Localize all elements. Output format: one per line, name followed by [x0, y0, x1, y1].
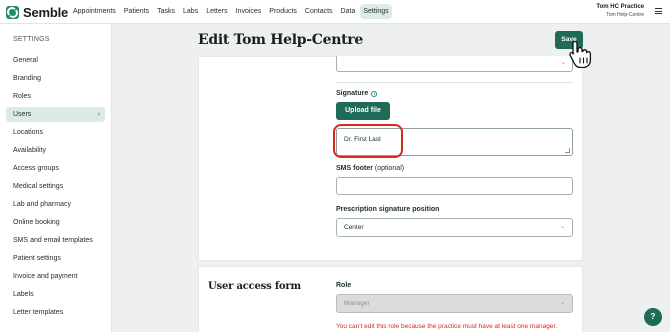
- top-navigation-bar: Semble Appointments Patients Tasks Labs …: [0, 0, 670, 24]
- sidebar-heading: SETTINGS: [13, 36, 50, 43]
- sidebar-item-general[interactable]: General: [6, 53, 105, 68]
- hamburger-menu-icon[interactable]: [655, 8, 662, 14]
- nav-patients[interactable]: Patients: [121, 4, 152, 19]
- main-nav: Appointments Patients Tasks Labs Letters…: [70, 4, 392, 19]
- sidebar-item-labels[interactable]: Labels: [6, 287, 105, 302]
- prescription-position-select[interactable]: Center ⌄: [336, 218, 573, 237]
- sidebar-item-lab-and-pharmacy[interactable]: Lab and pharmacy: [6, 197, 105, 212]
- sidebar-item-patient-settings[interactable]: Patient settings: [6, 251, 105, 266]
- practice-name: Tom HC Practice: [596, 4, 644, 10]
- sidebar-item-online-booking[interactable]: Online booking: [6, 215, 105, 230]
- sidebar-item-branding[interactable]: Branding: [6, 71, 105, 86]
- sidebar-item-medical-settings[interactable]: Medical settings: [6, 179, 105, 194]
- nav-tasks[interactable]: Tasks: [154, 4, 178, 19]
- previous-select-field[interactable]: ⌄: [336, 56, 573, 72]
- role-error-message: You can't edit this role because the pra…: [336, 323, 558, 330]
- hand-pointer-cursor-icon: [569, 40, 592, 68]
- nav-contacts[interactable]: Contacts: [302, 4, 336, 19]
- chevron-down-icon: ⌄: [559, 224, 565, 230]
- section-divider: [336, 82, 573, 83]
- chevron-down-icon: ⌄: [559, 300, 565, 306]
- nav-labs[interactable]: Labs: [180, 4, 201, 19]
- signature-label: Signature i: [336, 90, 378, 97]
- sidebar-item-users[interactable]: Users ›: [6, 107, 105, 122]
- semble-logo-icon: [6, 6, 19, 19]
- sidebar-item-label: Users: [13, 111, 32, 118]
- sidebar-item-availability[interactable]: Availability: [6, 143, 105, 158]
- prescription-position-value: Center: [344, 224, 364, 231]
- sidebar-item-letter-templates[interactable]: Letter templates: [6, 305, 105, 320]
- nav-letters[interactable]: Letters: [203, 4, 230, 19]
- info-icon[interactable]: i: [371, 91, 378, 97]
- nav-appointments[interactable]: Appointments: [70, 4, 119, 19]
- upload-file-button[interactable]: Upload file: [336, 102, 390, 120]
- role-select: Manager ⌄: [336, 294, 573, 313]
- user-name: Tom Help-Centre: [606, 12, 644, 18]
- user-access-form-title: User access form: [208, 281, 301, 292]
- optional-tag: (optional): [374, 165, 405, 172]
- account-switcher[interactable]: Tom HC Practice Tom Help-Centre: [596, 4, 644, 18]
- page-title: Edit Tom Help-Centre: [198, 32, 363, 48]
- nav-settings[interactable]: Settings: [360, 4, 392, 19]
- sms-footer-label: SMS footer (optional): [336, 165, 404, 172]
- role-label: Role: [336, 282, 352, 289]
- sms-footer-input[interactable]: [336, 177, 573, 195]
- brand-name: Semble: [23, 5, 69, 20]
- sms-footer-label-text: SMS footer: [336, 165, 373, 172]
- signature-label-text: Signature: [336, 90, 369, 97]
- help-button[interactable]: ?: [644, 308, 662, 326]
- semble-logo[interactable]: Semble: [6, 5, 68, 20]
- chevron-right-icon: ›: [97, 111, 100, 118]
- chevron-down-icon: ⌄: [560, 60, 566, 66]
- settings-sidebar: SETTINGS General Branding Roles Users › …: [0, 24, 112, 332]
- nav-invoices[interactable]: Invoices: [233, 4, 265, 19]
- resize-handle-icon[interactable]: [565, 148, 570, 153]
- sidebar-item-invoice-and-payment[interactable]: Invoice and payment: [6, 269, 105, 284]
- highlight-annotation: [333, 124, 403, 158]
- sidebar-item-sms-email-templates[interactable]: SMS and email templates: [6, 233, 105, 248]
- role-value: Manager: [344, 300, 370, 307]
- sidebar-item-access-groups[interactable]: Access groups: [6, 161, 105, 176]
- sidebar-item-locations[interactable]: Locations: [6, 125, 105, 140]
- nav-products[interactable]: Products: [266, 4, 300, 19]
- nav-data[interactable]: Data: [338, 4, 359, 19]
- sidebar-item-roles[interactable]: Roles: [6, 89, 105, 104]
- prescription-position-label: Prescription signature position: [336, 206, 440, 213]
